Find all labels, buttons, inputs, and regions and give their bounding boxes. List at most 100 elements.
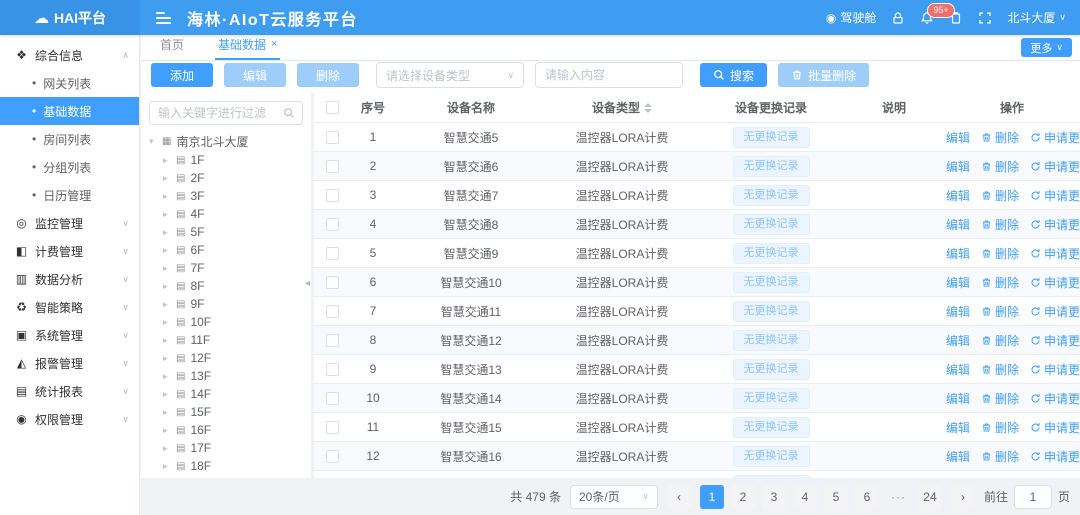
page-button[interactable]: 5: [824, 485, 848, 509]
edit-link[interactable]: 编辑: [944, 361, 970, 378]
apply-replace-link[interactable]: 申请更换: [1030, 129, 1080, 146]
collapse-tree-handle[interactable]: ◂: [305, 278, 310, 289]
next-page-button[interactable]: ›: [951, 485, 975, 509]
tree-floor-node[interactable]: ▸ ▤ 5F: [163, 223, 303, 241]
tree-floor-node[interactable]: ▸ ▤ 7F: [163, 259, 303, 277]
row-checkbox[interactable]: [326, 276, 339, 289]
tree-floor-node[interactable]: ▸ ▤ 13F: [163, 367, 303, 385]
delete-link[interactable]: 删除: [981, 332, 1019, 349]
delete-link[interactable]: 删除: [981, 187, 1019, 204]
row-checkbox[interactable]: [326, 218, 339, 231]
apply-replace-link[interactable]: 申请更换: [1030, 390, 1080, 407]
sidebar-item[interactable]: ▤ 统计报表 ∨: [0, 377, 139, 405]
notification-bell-icon[interactable]: 95+: [920, 11, 934, 25]
delete-link[interactable]: 删除: [981, 216, 1019, 233]
edit-link[interactable]: 编辑: [944, 448, 970, 465]
sort-icon[interactable]: [644, 103, 652, 113]
edit-link[interactable]: 编辑: [944, 390, 970, 407]
row-checkbox[interactable]: [326, 247, 339, 260]
delete-link[interactable]: 删除: [981, 245, 1019, 262]
row-checkbox[interactable]: [326, 392, 339, 405]
tree-floor-node[interactable]: ▸ ▤ 1F: [163, 151, 303, 169]
cockpit-button[interactable]: ◉ 驾驶舱: [826, 9, 877, 26]
tab[interactable]: 基础数据 ×: [215, 36, 280, 60]
delete-link[interactable]: 删除: [981, 303, 1019, 320]
apply-replace-link[interactable]: 申请更换: [1030, 216, 1080, 233]
tree-floor-node[interactable]: ▸ ▤ 3F: [163, 187, 303, 205]
apply-replace-link[interactable]: 申请更换: [1030, 158, 1080, 175]
page-button[interactable]: 24: [918, 485, 942, 509]
edit-link[interactable]: 编辑: [944, 419, 970, 436]
page-button[interactable]: 6: [855, 485, 879, 509]
page-size-select[interactable]: 20条/页 ∨: [570, 485, 658, 509]
logo[interactable]: ☁ HAI平台: [0, 0, 140, 35]
menu-collapse-icon[interactable]: [156, 12, 171, 24]
delete-link[interactable]: 删除: [981, 158, 1019, 175]
sidebar-item[interactable]: ◎ 监控管理 ∨: [0, 209, 139, 237]
tree-floor-node[interactable]: ▸ ▤ 11F: [163, 331, 303, 349]
edit-link[interactable]: 编辑: [944, 332, 970, 349]
row-checkbox[interactable]: [326, 305, 339, 318]
delete-button[interactable]: 删除: [297, 63, 359, 87]
row-checkbox[interactable]: [326, 421, 339, 434]
sidebar-item[interactable]: ♻ 智能策略 ∨: [0, 293, 139, 321]
apply-replace-link[interactable]: 申请更换: [1030, 332, 1080, 349]
apply-replace-link[interactable]: 申请更换: [1030, 187, 1080, 204]
edit-link[interactable]: 编辑: [944, 245, 970, 262]
sidebar-item[interactable]: ◧ 计费管理 ∨: [0, 237, 139, 265]
delete-link[interactable]: 删除: [981, 129, 1019, 146]
tab-close-icon[interactable]: ×: [271, 39, 277, 50]
apply-replace-link[interactable]: 申请更换: [1030, 245, 1080, 262]
tree-filter-input[interactable]: [149, 101, 303, 125]
apply-replace-link[interactable]: 申请更换: [1030, 361, 1080, 378]
tree-floor-node[interactable]: ▸ ▤ 4F: [163, 205, 303, 223]
device-type-select[interactable]: 请选择设备类型 ∨: [376, 62, 524, 88]
tree-floor-node[interactable]: ▸ ▤ 9F: [163, 295, 303, 313]
row-checkbox[interactable]: [326, 160, 339, 173]
tree-floor-node[interactable]: ▸ ▤ 6F: [163, 241, 303, 259]
edit-link[interactable]: 编辑: [944, 274, 970, 291]
more-button[interactable]: 更多 ∨: [1021, 38, 1072, 57]
apply-replace-link[interactable]: 申请更换: [1030, 419, 1080, 436]
tree-floor-node[interactable]: ▸ ▤ 12F: [163, 349, 303, 367]
tree-floor-node[interactable]: ▸ ▤ 17F: [163, 439, 303, 457]
tree-floor-node[interactable]: ▸ ▤ 18F: [163, 457, 303, 475]
prev-page-button[interactable]: ‹: [667, 485, 691, 509]
row-checkbox[interactable]: [326, 189, 339, 202]
sidebar-subitem[interactable]: • 分组列表: [0, 153, 139, 181]
goto-page-input[interactable]: [1014, 485, 1052, 509]
edit-link[interactable]: 编辑: [944, 477, 970, 479]
keyword-input[interactable]: [535, 62, 683, 88]
apply-replace-link[interactable]: 申请更换: [1030, 274, 1080, 291]
apply-replace-link[interactable]: 申请更换: [1030, 477, 1080, 479]
tree-floor-node[interactable]: ▸ ▤ 8F: [163, 277, 303, 295]
page-button[interactable]: 1: [700, 485, 724, 509]
fullscreen-icon[interactable]: [978, 11, 992, 25]
batch-delete-button[interactable]: 批量删除: [778, 63, 869, 87]
delete-link[interactable]: 删除: [981, 274, 1019, 291]
edit-link[interactable]: 编辑: [944, 187, 970, 204]
edit-link[interactable]: 编辑: [944, 129, 970, 146]
row-checkbox[interactable]: [326, 363, 339, 376]
delete-link[interactable]: 删除: [981, 448, 1019, 465]
edit-link[interactable]: 编辑: [944, 158, 970, 175]
page-button[interactable]: 4: [793, 485, 817, 509]
sidebar-subitem[interactable]: • 基础数据: [0, 97, 139, 125]
row-checkbox[interactable]: [326, 131, 339, 144]
sidebar-item[interactable]: ▣ 系统管理 ∨: [0, 321, 139, 349]
building-selector[interactable]: 北斗大厦 ∨: [1007, 9, 1066, 26]
page-button[interactable]: ···: [886, 485, 911, 509]
tree-floor-node[interactable]: ▸ ▤ 10F: [163, 313, 303, 331]
delete-link[interactable]: 删除: [981, 477, 1019, 479]
sidebar-item[interactable]: ◉ 权限管理 ∨: [0, 405, 139, 433]
tab[interactable]: 首页 ×: [157, 36, 187, 60]
lock-icon[interactable]: [891, 11, 905, 25]
tree-floor-node[interactable]: ▸ ▤ 16F: [163, 421, 303, 439]
tree-floor-node[interactable]: ▸ ▤ 2F: [163, 169, 303, 187]
sidebar-item-overview[interactable]: ❖ 综合信息 ∧: [0, 41, 139, 69]
sidebar-item[interactable]: ◭ 报警管理 ∨: [0, 349, 139, 377]
add-button[interactable]: 添加: [151, 63, 213, 87]
sidebar-item[interactable]: ▥ 数据分析 ∨: [0, 265, 139, 293]
page-button[interactable]: 3: [762, 485, 786, 509]
row-checkbox[interactable]: [326, 334, 339, 347]
